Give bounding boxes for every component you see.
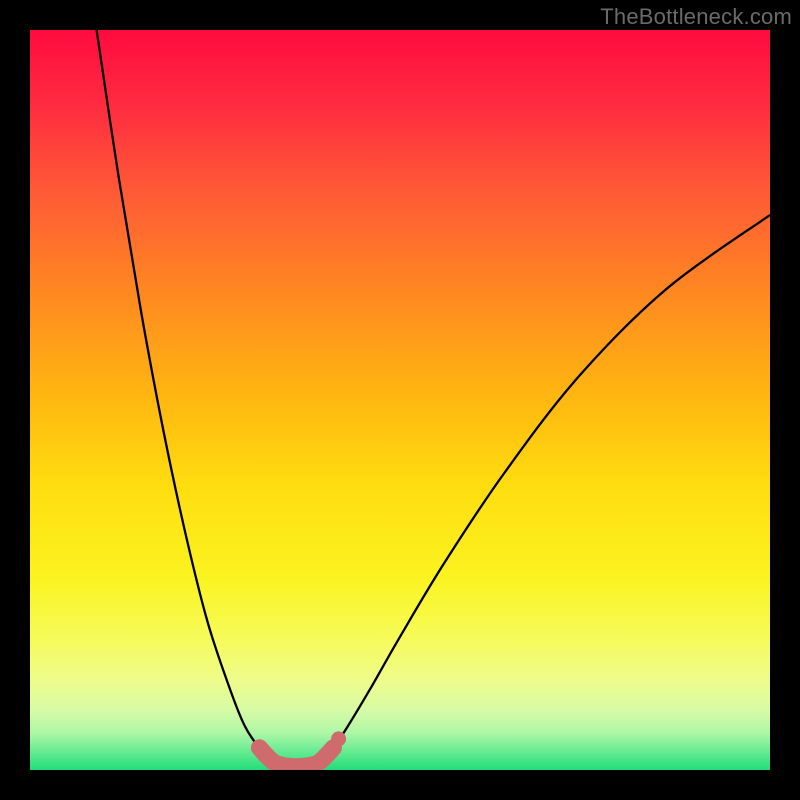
chart-frame (30, 30, 770, 770)
background-gradient (30, 30, 770, 770)
watermark-text: TheBottleneck.com (600, 4, 792, 30)
